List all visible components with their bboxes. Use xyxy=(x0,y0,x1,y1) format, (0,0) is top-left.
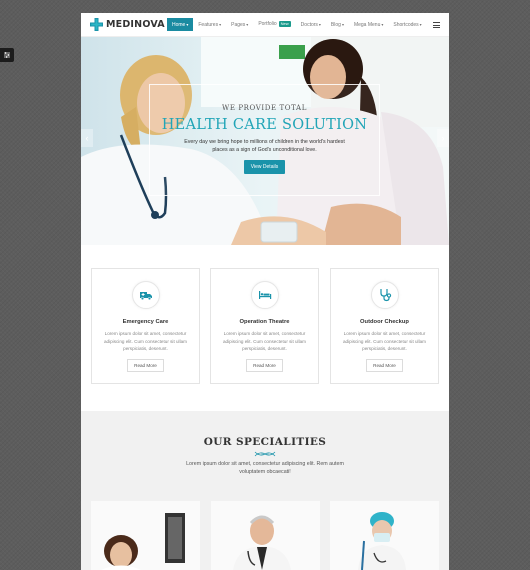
nav-doctors[interactable]: Doctors▾ xyxy=(296,18,326,31)
chevron-left-icon: ‹ xyxy=(85,133,89,143)
nav-label: Mega Menu xyxy=(353,22,381,28)
service-text: Lorem ipsum dolor sit amet, consectetur … xyxy=(104,331,187,351)
speciality-card[interactable] xyxy=(91,501,200,570)
service-card-checkup: Outdoor Checkup Lorem ipsum dolor sit am… xyxy=(330,268,439,384)
nav-portfolio[interactable]: Portfolio New xyxy=(253,18,295,31)
hero-description: Every day we bring hope to millions of c… xyxy=(184,139,345,153)
services-row: Emergency Care Lorem ipsum dolor sit ame… xyxy=(91,268,439,384)
nav-mega-menu[interactable]: Mega Menu▾ xyxy=(349,18,388,31)
nav-blog[interactable]: Blog▾ xyxy=(326,18,349,31)
nav-label: Doctors xyxy=(300,22,318,28)
doctor-photo xyxy=(91,501,200,570)
chevron-down-icon: ▾ xyxy=(219,22,222,27)
speciality-card[interactable] xyxy=(330,501,439,570)
chevron-down-icon: ▾ xyxy=(419,22,422,27)
service-text: Lorem ipsum dolor sit amet, consectetur … xyxy=(343,331,426,351)
nav-label: Portfolio xyxy=(258,21,277,27)
hero-kicker: WE PROVIDE TOTAL xyxy=(222,104,307,112)
site-header: MEDINOVA Home▾ Features▾ Pages▾ Portfoli… xyxy=(81,13,449,37)
nav-label: Blog xyxy=(330,22,341,28)
service-title: Operation Theatre xyxy=(239,319,290,325)
doctor-photo xyxy=(330,501,439,570)
hero-title: HEALTH CARE SOLUTION xyxy=(161,117,368,133)
read-more-button[interactable]: Read More xyxy=(127,358,164,372)
doctor-photo xyxy=(211,501,320,570)
read-more-button[interactable]: Read More xyxy=(246,358,283,372)
next-slide-button[interactable]: › xyxy=(437,129,449,147)
view-details-button[interactable]: View Details xyxy=(243,160,286,174)
speciality-card[interactable] xyxy=(211,501,320,570)
section-description: Lorem ipsum dolor sit amet, consectetur … xyxy=(186,461,344,475)
prev-slide-button[interactable]: ‹ xyxy=(81,129,93,147)
chevron-down-icon: ▾ xyxy=(381,22,384,27)
nav-pages[interactable]: Pages▾ xyxy=(226,18,253,31)
section-divider xyxy=(81,451,449,457)
chevron-down-icon: ▾ xyxy=(341,22,344,27)
logo[interactable]: MEDINOVA xyxy=(90,18,165,31)
service-icon-wrap xyxy=(370,281,399,309)
section-title: OUR SPECIALITIES xyxy=(203,436,327,448)
read-more-button[interactable]: Read More xyxy=(366,358,403,372)
service-title: Emergency Care xyxy=(122,319,169,325)
hamburger-icon[interactable] xyxy=(433,22,440,28)
chevron-down-icon: ▾ xyxy=(186,22,189,27)
website-page: MEDINOVA Home▾ Features▾ Pages▾ Portfoli… xyxy=(81,13,449,570)
dna-icon xyxy=(254,451,276,457)
service-card-operation: Operation Theatre Lorem ipsum dolor sit … xyxy=(210,268,319,384)
nav-label: Pages xyxy=(231,22,246,28)
hospital-bed-icon xyxy=(258,291,271,299)
nav-label: Home xyxy=(172,22,186,28)
sliders-icon xyxy=(4,52,10,58)
nav-label: Shortcodes xyxy=(393,22,419,28)
side-settings-toggle[interactable] xyxy=(0,48,14,62)
service-text: Lorem ipsum dolor sit amet, consectetur … xyxy=(223,331,306,351)
medical-cross-icon xyxy=(90,18,103,31)
nav-shortcodes[interactable]: Shortcodes▾ xyxy=(388,18,426,31)
brand-name: MEDINOVA xyxy=(106,19,165,30)
service-title: Outdoor Checkup xyxy=(360,319,409,325)
nav-label: Features xyxy=(198,22,219,28)
hero-caption: WE PROVIDE TOTAL HEALTH CARE SOLUTION Ev… xyxy=(149,84,380,196)
ambulance-icon xyxy=(139,292,152,300)
service-card-emergency: Emergency Care Lorem ipsum dolor sit ame… xyxy=(91,268,200,384)
nav-home[interactable]: Home▾ xyxy=(167,18,194,31)
chevron-right-icon: › xyxy=(441,133,445,143)
stethoscope-icon xyxy=(379,289,391,302)
new-badge: New xyxy=(278,21,291,27)
service-icon-wrap xyxy=(250,281,279,309)
hero-slider: ‹ › WE PROVIDE TOTAL HEALTH CARE SOLUTIO… xyxy=(81,37,449,245)
chevron-down-icon: ▾ xyxy=(318,22,321,27)
chevron-down-icon: ▾ xyxy=(246,22,249,27)
main-nav: Home▾ Features▾ Pages▾ Portfolio New Doct… xyxy=(167,18,427,31)
service-icon-wrap xyxy=(131,281,160,309)
specialities-section: OUR SPECIALITIES Lorem ipsum dolor sit a… xyxy=(81,411,449,570)
nav-features[interactable]: Features▾ xyxy=(193,18,226,31)
